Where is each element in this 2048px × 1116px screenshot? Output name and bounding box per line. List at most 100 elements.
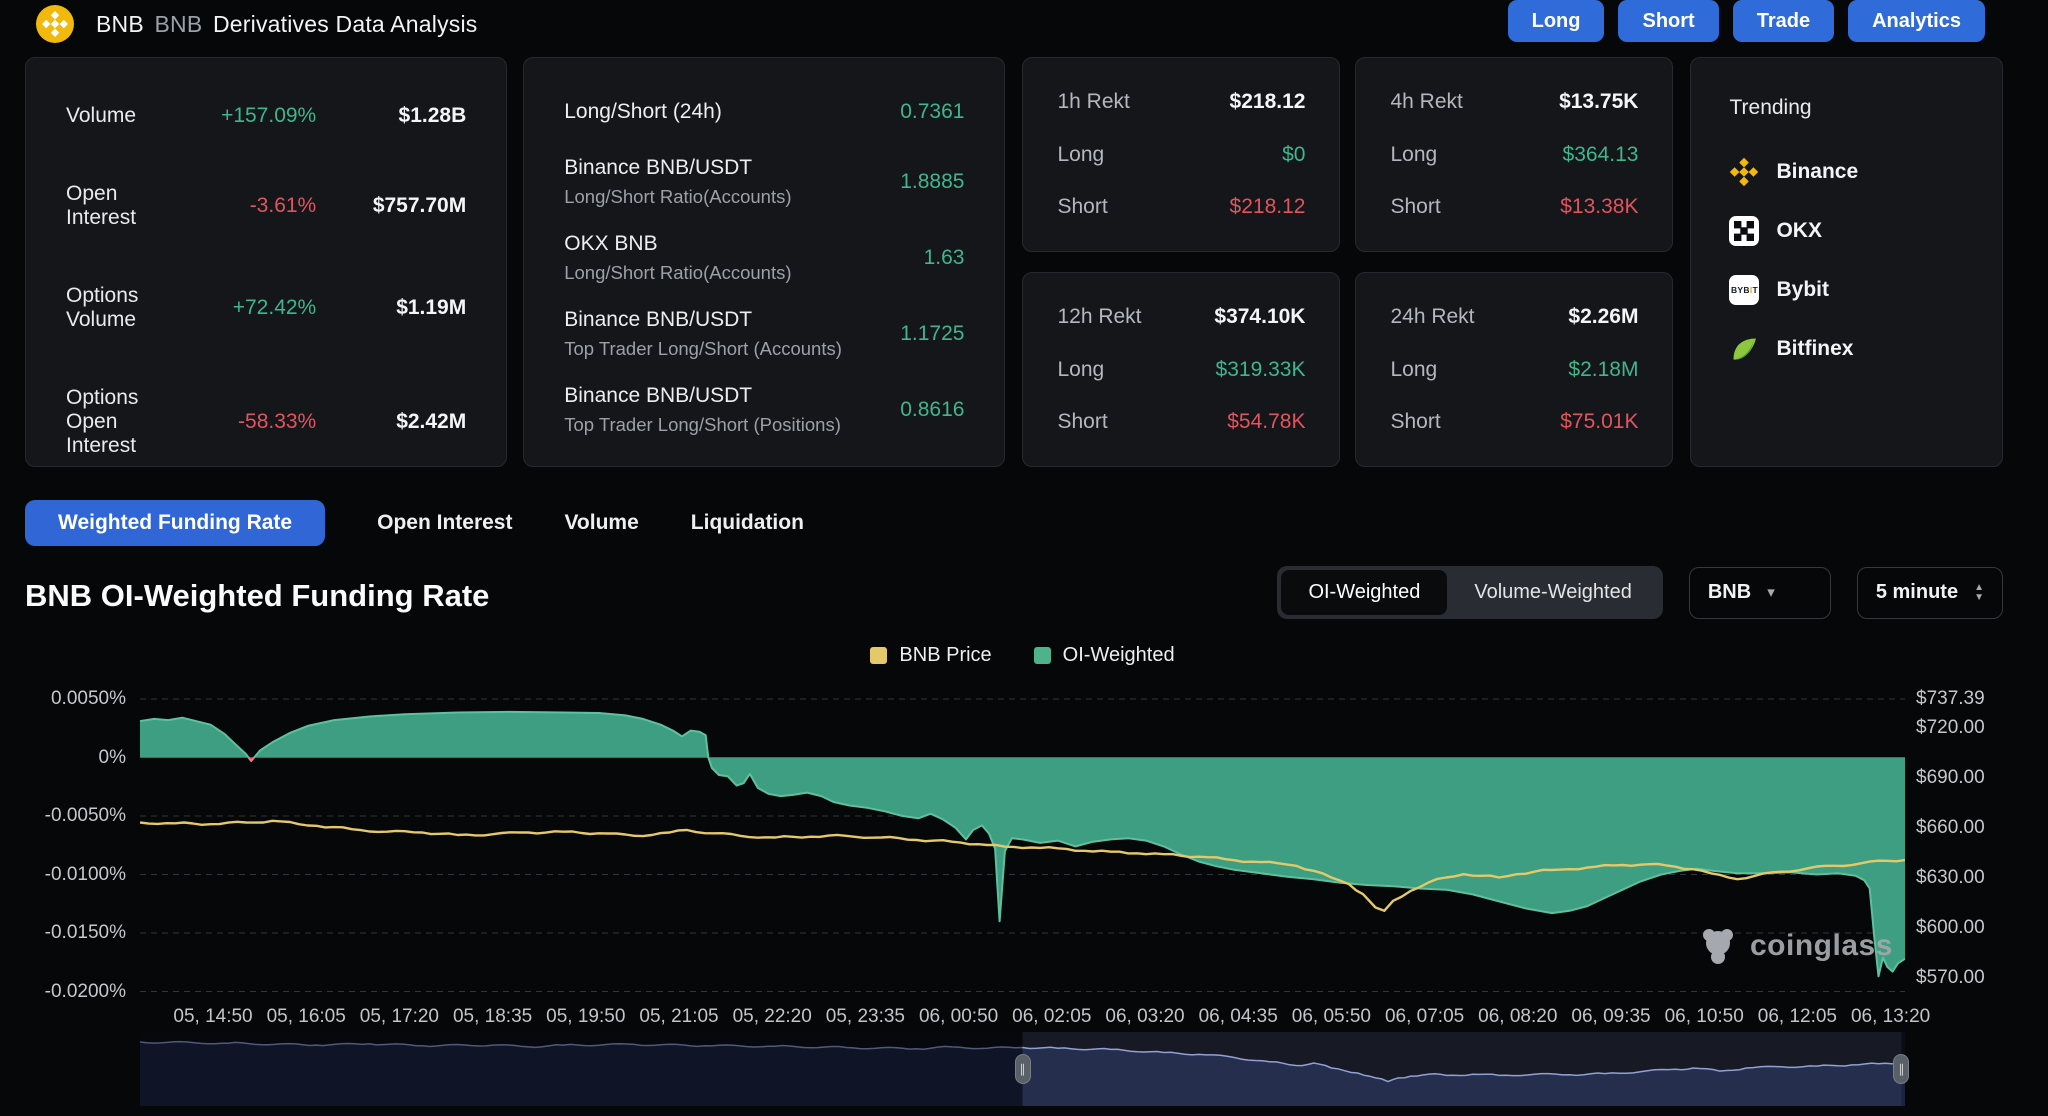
ratio-title: Binance BNB/USDT — [564, 156, 900, 180]
time-axis-tick: 06, 03:20 — [1105, 1006, 1184, 1028]
time-axis-tick: 05, 17:20 — [360, 1006, 439, 1028]
rekt-long-value: $319.33K — [1216, 358, 1306, 382]
time-axis-tick: 05, 19:50 — [546, 1006, 625, 1028]
rekt-card-4h: 4h Rekt$13.75K Long$364.13 Short$13.38K — [1355, 57, 1673, 252]
ratio-row: OKX BNB Long/Short Ratio(Accounts) 1.63 — [564, 232, 964, 284]
symbol-select[interactable]: BNB ▾ — [1689, 567, 1831, 619]
short-button[interactable]: Short — [1618, 0, 1718, 42]
page-title-rest: Derivatives Data Analysis — [213, 11, 478, 37]
trending-item-bybit[interactable]: BYBIT Bybit — [1729, 274, 1964, 306]
navigator-right-handle[interactable]: ∥ — [1893, 1054, 1909, 1084]
rekt-long-label: Long — [1390, 143, 1562, 167]
time-axis-tick: 05, 16:05 — [267, 1006, 346, 1028]
ratio-value: 1.1725 — [900, 322, 964, 346]
rekt-short-label: Short — [1390, 410, 1560, 434]
trending-title: Trending — [1729, 96, 1964, 120]
ratio-subtitle: Top Trader Long/Short (Accounts) — [564, 338, 900, 360]
tab-volume[interactable]: Volume — [564, 511, 638, 535]
trending-item-label: Bybit — [1776, 278, 1829, 302]
trending-item-binance[interactable]: Binance — [1729, 156, 1964, 188]
rekt-short-value: $13.38K — [1560, 195, 1638, 219]
rekt-total: $218.12 — [1230, 90, 1306, 114]
stat-change: -3.61% — [191, 194, 316, 218]
time-axis-tick: 06, 05:50 — [1292, 1006, 1371, 1028]
funding-area-positive — [254, 712, 1905, 976]
stat-row-options-volume: Options Volume +72.42% $1.19M — [66, 284, 466, 332]
ratio-value: 0.7361 — [900, 100, 964, 124]
time-axis-tick: 06, 08:20 — [1478, 1006, 1557, 1028]
rekt-short-value: $75.01K — [1560, 410, 1638, 434]
ratio-subtitle: Long/Short Ratio(Accounts) — [564, 262, 923, 284]
navigator-selection[interactable] — [1023, 1032, 1902, 1106]
rekt-card-24h: 24h Rekt$2.26M Long$2.18M Short$75.01K — [1355, 272, 1673, 467]
rekt-short-label: Short — [1390, 195, 1560, 219]
ratio-value: 1.63 — [924, 246, 965, 270]
legend-item-oi-weighted[interactable]: OI-Weighted — [1034, 644, 1175, 667]
funding-axis-tick: -0.0200% — [45, 981, 126, 1003]
chart-title: BNB OI-Weighted Funding Rate — [25, 578, 489, 614]
funding-axis-tick: -0.0050% — [45, 805, 126, 827]
okx-logo-icon — [1729, 216, 1759, 246]
time-axis: 05, 14:5005, 16:0505, 17:2005, 18:3505, … — [140, 1006, 1905, 1030]
weighting-toggle: OI-Weighted Volume-Weighted — [1277, 566, 1662, 619]
trending-item-label: Binance — [1776, 160, 1858, 184]
stat-label: Open Interest — [66, 182, 191, 230]
stat-value: $757.70M — [316, 194, 466, 218]
trending-card: Trending Binance — [1690, 57, 2003, 467]
ratio-title: Binance BNB/USDT — [564, 308, 900, 332]
interval-select[interactable]: 5 minute ▲▼ — [1857, 567, 2003, 619]
funding-axis-tick: -0.0150% — [45, 922, 126, 944]
ratio-value: 1.8885 — [900, 170, 964, 194]
time-axis-tick: 06, 07:05 — [1385, 1006, 1464, 1028]
rekt-cards-grid: 1h Rekt$218.12 Long$0 Short$218.12 4h Re… — [1022, 57, 1673, 467]
toggle-volume-weighted[interactable]: Volume-Weighted — [1447, 570, 1659, 615]
navigator-mask — [140, 1032, 1023, 1106]
stat-row-open-interest: Open Interest -3.61% $757.70M — [66, 182, 466, 230]
funding-rate-chart[interactable] — [140, 686, 1905, 1008]
ratio-row: Binance BNB/USDT Top Trader Long/Short (… — [564, 308, 964, 360]
chart-legend: BNB Price OI-Weighted — [140, 644, 1905, 667]
long-button[interactable]: Long — [1508, 0, 1605, 42]
toggle-oi-weighted[interactable]: OI-Weighted — [1281, 570, 1447, 615]
market-stats-card: Volume +157.09% $1.28B Open Interest -3.… — [25, 57, 507, 467]
coinglass-bear-icon — [1698, 927, 1738, 965]
stat-row-options-open-interest: Options Open Interest -58.33% $2.42M — [66, 386, 466, 458]
bnb-coin-icon — [36, 5, 74, 43]
long-short-ratios-card: Long/Short (24h) 0.7361 Binance BNB/USDT… — [523, 57, 1005, 467]
rekt-period: 12h Rekt — [1057, 305, 1214, 329]
stat-label: Options Volume — [66, 284, 191, 332]
price-axis-tick: $660.00 — [1916, 817, 1985, 839]
interval-select-value: 5 minute — [1876, 581, 1958, 604]
ratio-row: Binance BNB/USDT Long/Short Ratio(Accoun… — [564, 156, 964, 208]
analytics-button[interactable]: Analytics — [1848, 0, 1985, 42]
price-axis-tick: $600.00 — [1916, 917, 1985, 939]
tab-open-interest[interactable]: Open Interest — [377, 511, 512, 535]
rekt-long-label: Long — [1057, 143, 1282, 167]
legend-item-bnb-price[interactable]: BNB Price — [870, 644, 991, 667]
ratio-title: OKX BNB — [564, 232, 923, 256]
trending-item-bitfinex[interactable]: Bitfinex — [1729, 333, 1964, 365]
rekt-long-label: Long — [1057, 358, 1215, 382]
ratio-title: Long/Short (24h) — [564, 100, 900, 124]
time-axis-tick: 05, 23:35 — [826, 1006, 905, 1028]
rekt-short-label: Short — [1057, 410, 1227, 434]
ratio-row: Long/Short (24h) 0.7361 — [564, 92, 964, 132]
trending-item-okx[interactable]: OKX — [1729, 215, 1964, 247]
page-title-symbol-secondary: BNB — [155, 11, 203, 37]
tab-weighted-funding-rate[interactable]: Weighted Funding Rate — [25, 500, 325, 546]
funding-axis-tick: -0.0100% — [45, 864, 126, 886]
page-header: BNB BNB Derivatives Data Analysis Long S… — [0, 0, 2048, 48]
time-axis-tick: 06, 12:05 — [1758, 1006, 1837, 1028]
time-axis-tick: 06, 04:35 — [1199, 1006, 1278, 1028]
tab-liquidation[interactable]: Liquidation — [691, 511, 804, 535]
bitfinex-logo-icon — [1729, 334, 1759, 364]
stat-value: $2.42M — [316, 410, 466, 434]
price-axis-tick: $737.39 — [1916, 688, 1985, 710]
rekt-period: 24h Rekt — [1390, 305, 1568, 329]
trade-button[interactable]: Trade — [1733, 0, 1834, 42]
navigator-left-handle[interactable]: ∥ — [1015, 1054, 1031, 1084]
rekt-total: $374.10K — [1214, 305, 1305, 329]
summary-cards-row: Volume +157.09% $1.28B Open Interest -3.… — [25, 57, 2003, 467]
rekt-card-12h: 12h Rekt$374.10K Long$319.33K Short$54.7… — [1022, 272, 1340, 467]
time-axis-tick: 06, 09:35 — [1571, 1006, 1650, 1028]
